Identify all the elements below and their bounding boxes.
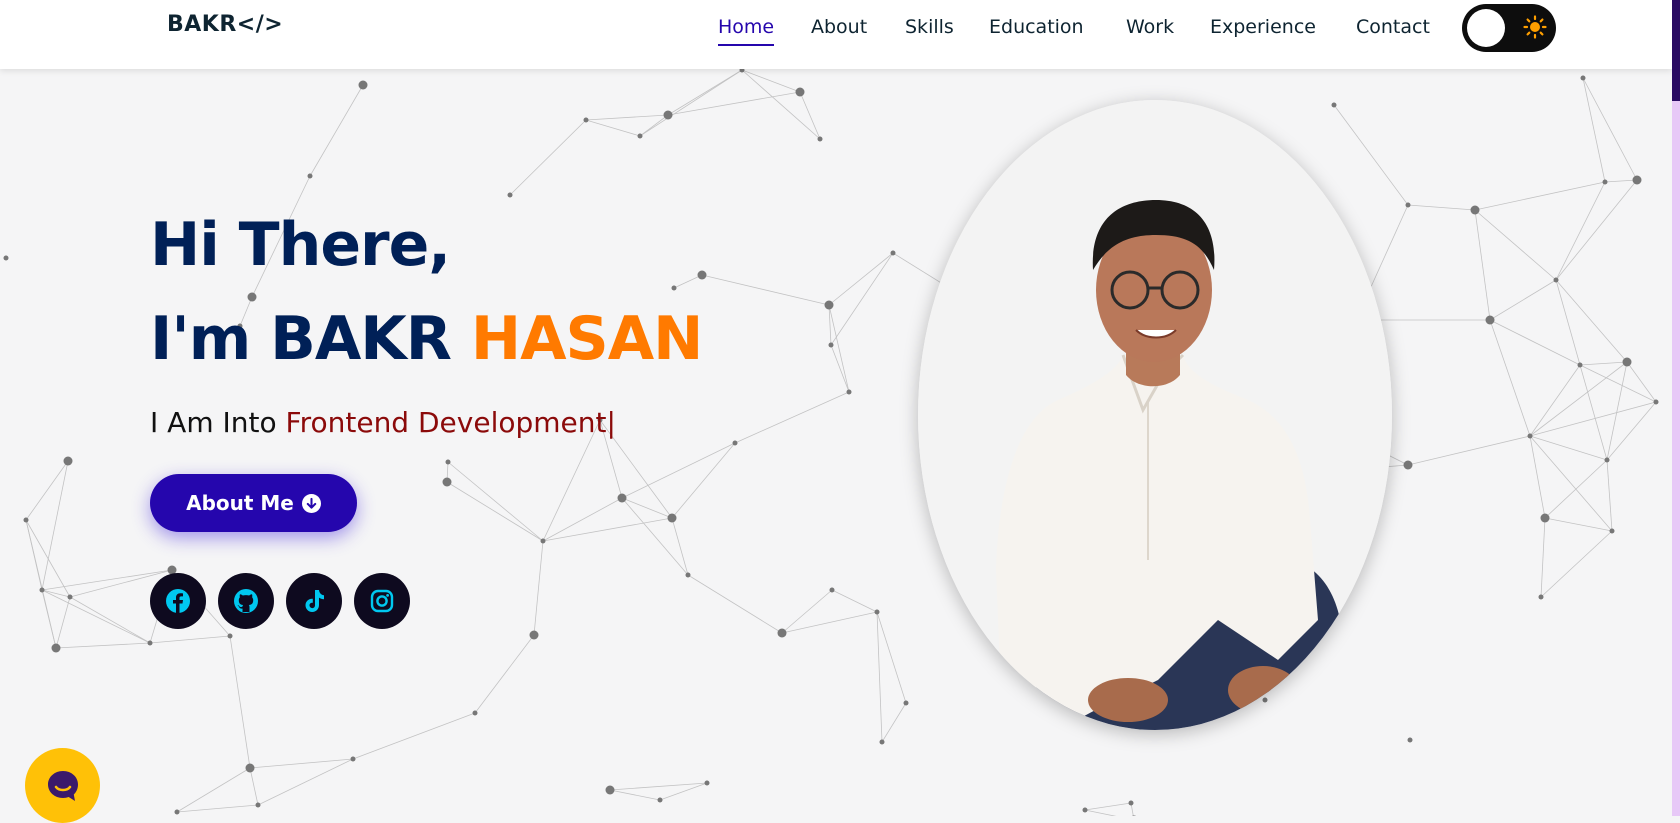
- about-me-label: About Me: [186, 491, 294, 515]
- facebook-icon: [166, 589, 190, 613]
- profile-photo: [918, 100, 1392, 730]
- nav-contact[interactable]: Contact: [1356, 16, 1430, 38]
- github-icon: [234, 589, 258, 613]
- arrow-down-circle-icon: [301, 493, 321, 513]
- hero-name: I'm BAKR HASAN: [150, 304, 704, 374]
- sun-icon: [1523, 15, 1547, 39]
- intro-accent: HASAN: [470, 304, 704, 374]
- scrollbar-track[interactable]: [1672, 0, 1680, 816]
- facebook-link[interactable]: [150, 573, 206, 629]
- hero-greeting: Hi There,: [150, 210, 451, 280]
- scrollbar-thumb[interactable]: [1672, 0, 1680, 101]
- typed-role-line: I Am Into Frontend Development|: [150, 406, 616, 439]
- tiktok-link[interactable]: [286, 573, 342, 629]
- github-link[interactable]: [218, 573, 274, 629]
- about-me-button[interactable]: About Me: [150, 474, 357, 532]
- instagram-link[interactable]: [354, 573, 410, 629]
- typed-prefix: I Am Into: [150, 406, 286, 439]
- logo[interactable]: BAKR</>: [167, 12, 283, 37]
- intro-prefix: I'm BAKR: [150, 304, 471, 374]
- chat-icon: [47, 770, 78, 801]
- chat-widget-button[interactable]: [25, 748, 100, 823]
- theme-toggle[interactable]: [1462, 4, 1556, 52]
- nav-home[interactable]: Home: [718, 16, 775, 46]
- nav-education[interactable]: Education: [989, 16, 1084, 38]
- profile-portrait-illustration: [918, 100, 1392, 730]
- nav-about[interactable]: About: [811, 16, 867, 38]
- nav-skills[interactable]: Skills: [905, 16, 954, 38]
- nav-work[interactable]: Work: [1126, 16, 1174, 38]
- nav-experience[interactable]: Experience: [1210, 16, 1316, 38]
- toggle-knob: [1467, 9, 1505, 47]
- instagram-icon: [370, 589, 394, 613]
- tiktok-icon: [305, 590, 324, 612]
- typed-role: Frontend Development|: [285, 406, 616, 439]
- site-header: BAKR</> Home About Skills Education Work…: [0, 0, 1672, 69]
